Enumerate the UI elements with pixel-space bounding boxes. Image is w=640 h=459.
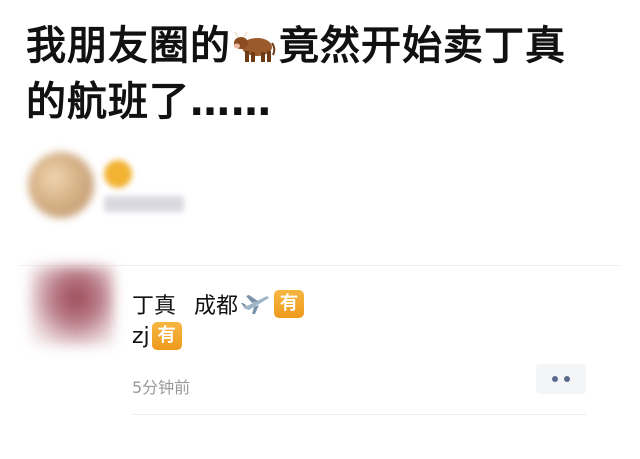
headline-line-1: 我朋友圈的 竟然开始卖丁真 [26, 18, 626, 74]
comment-line-1: 丁真 成都 有 [132, 288, 305, 320]
comment-time: 5分钟前 [132, 378, 191, 397]
blurred-post-name [104, 196, 184, 212]
more-dots-icon-2 [564, 376, 570, 382]
headline-text-end: 竟然开始卖丁真 [279, 23, 566, 69]
you-badge: 有 [274, 290, 305, 318]
more-dots-icon [552, 376, 558, 382]
comment-text-chengdu: 成都 [194, 294, 239, 319]
you-badge-2: 有 [151, 322, 182, 350]
comment-text-zj: zj [132, 323, 150, 349]
comment-avatar[interactable] [30, 266, 114, 346]
cow-icon [234, 31, 276, 62]
more-options-button[interactable] [536, 364, 586, 394]
divider [132, 414, 586, 415]
comment-text-dingzhen: 丁真 [132, 294, 177, 319]
airplane-icon [241, 295, 270, 314]
headline-text-start: 我朋友圈的 [26, 23, 231, 69]
headline-line-2: 的航班了…… [26, 79, 272, 125]
comment-card: 丁真 成都 有 zj 有 5分钟前 [20, 265, 620, 426]
blurred-post-avatar [28, 152, 94, 218]
headline: 我朋友圈的 竟然开始卖丁真 的航班了…… [26, 18, 626, 130]
comment-line-2: zj 有 [132, 322, 182, 350]
blurred-badge [104, 160, 132, 188]
